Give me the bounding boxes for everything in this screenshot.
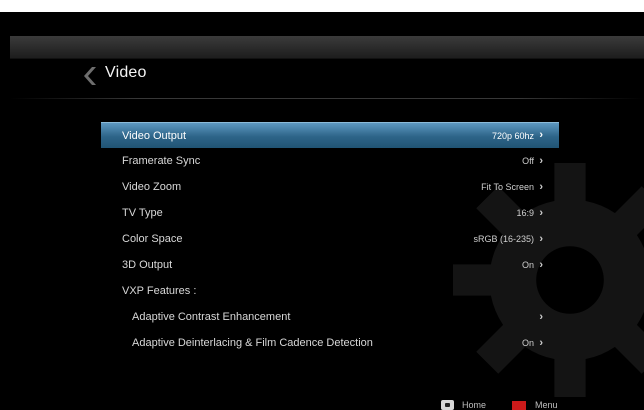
- chevron-right-icon: ›: [539, 258, 543, 271]
- menu-item-label: 3D Output: [122, 259, 173, 271]
- menu-item-adaptive-contrast-enhancement[interactable]: Adaptive Contrast Enhancement ›: [101, 304, 559, 330]
- chevron-left-icon[interactable]: [84, 66, 98, 86]
- section-label: VXP Features :: [122, 285, 197, 297]
- menu-item-color-space[interactable]: Color Space sRGB (16-235) ›: [101, 226, 559, 252]
- chevron-right-icon: ›: [539, 154, 543, 167]
- menu-item-video-zoom[interactable]: Video Zoom Fit To Screen ›: [101, 174, 559, 200]
- chevron-right-icon: ›: [539, 180, 543, 193]
- menu-item-value: Off: [522, 156, 534, 166]
- menu-hint-label: Menu: [535, 400, 558, 410]
- menu-item-value: 16:9: [516, 208, 534, 218]
- chevron-right-icon: ›: [539, 232, 543, 245]
- chevron-right-icon: ›: [539, 206, 543, 219]
- menu-button-icon[interactable]: [512, 401, 526, 410]
- settings-menu: Video Output 720p 60hz › Framerate Sync …: [101, 122, 559, 356]
- menu-item-value: On: [521, 338, 534, 348]
- title-divider: [10, 98, 644, 99]
- menu-item-label: Video Output: [122, 129, 187, 142]
- section-header-vxp-features: VXP Features :: [101, 278, 559, 304]
- menu-item-label: Video Zoom: [122, 181, 182, 193]
- home-icon[interactable]: [441, 400, 454, 410]
- chevron-right-icon: ›: [539, 310, 543, 323]
- menu-item-label: TV Type: [122, 207, 163, 219]
- menu-item-adaptive-deinterlacing[interactable]: Adaptive Deinterlacing & Film Cadence De…: [101, 330, 559, 356]
- chevron-right-icon: ›: [539, 129, 543, 141]
- menu-item-value: Fit To Screen: [481, 182, 534, 192]
- menu-item-value: 720p 60hz: [491, 130, 534, 141]
- menu-item-label: Adaptive Contrast Enhancement: [132, 311, 291, 323]
- home-hint-label: Home: [462, 400, 487, 410]
- menu-item-framerate-sync[interactable]: Framerate Sync Off ›: [101, 148, 559, 174]
- menu-item-value: On: [521, 260, 534, 270]
- menu-item-label: Adaptive Deinterlacing & Film Cadence De…: [132, 337, 373, 349]
- menu-item-tv-type[interactable]: TV Type 16:9 ›: [101, 200, 559, 226]
- chevron-right-icon: ›: [539, 336, 543, 349]
- header-bar: [10, 36, 644, 59]
- top-gap: [0, 12, 644, 36]
- top-frame: [0, 0, 644, 12]
- menu-item-label: Framerate Sync: [122, 155, 201, 167]
- page-title: Video: [105, 64, 147, 81]
- menu-item-video-output[interactable]: Video Output 720p 60hz ›: [101, 122, 559, 148]
- menu-item-3d-output[interactable]: 3D Output On ›: [101, 252, 559, 278]
- menu-item-label: Color Space: [122, 233, 183, 245]
- menu-item-value: sRGB (16-235): [473, 234, 534, 244]
